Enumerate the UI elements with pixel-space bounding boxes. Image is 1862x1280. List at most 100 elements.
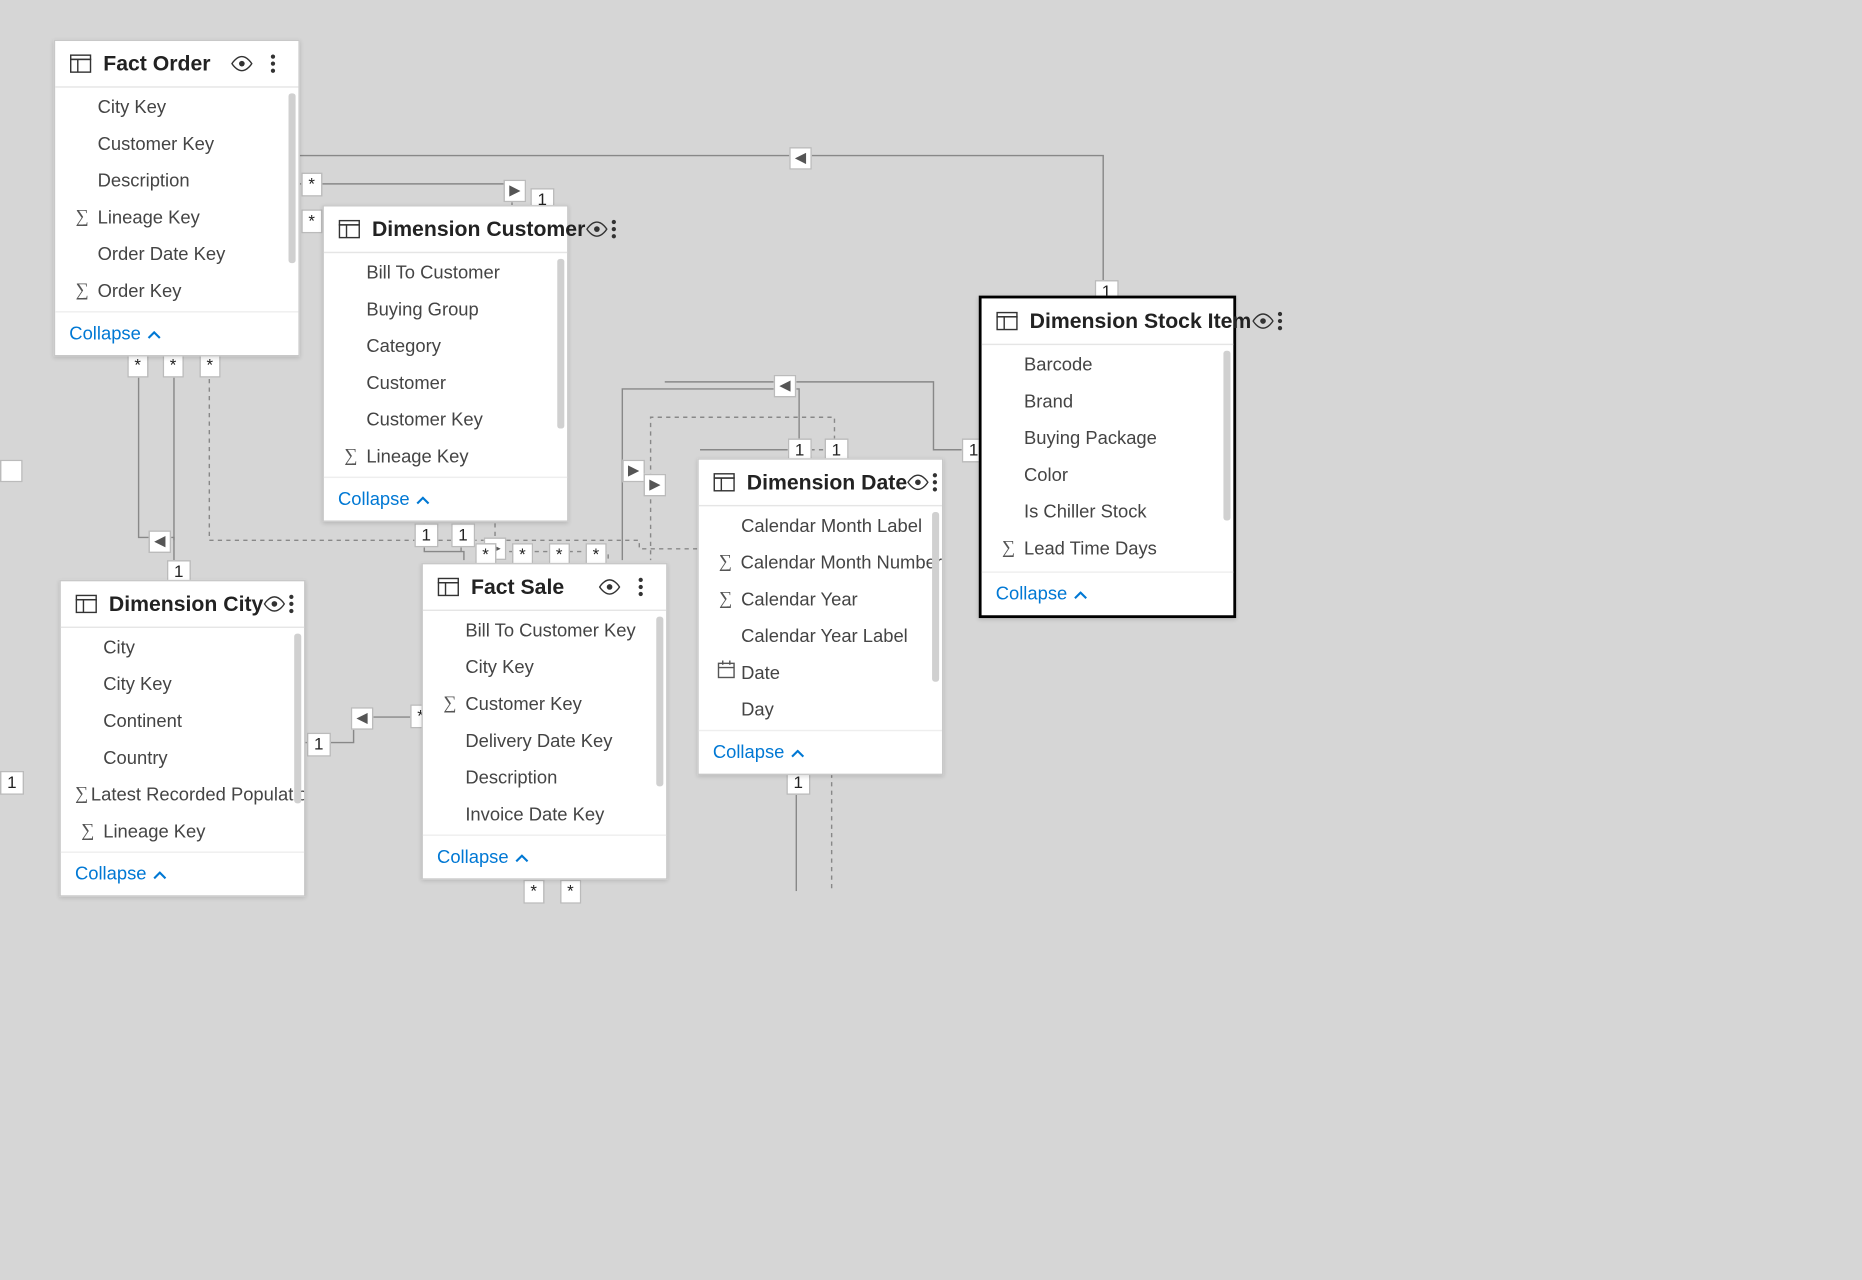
field-row[interactable]: Order Date Key [55, 235, 298, 272]
field-icon-slot: ∑ [437, 692, 462, 715]
card-footer: Collapse [423, 834, 666, 878]
table-fact-order[interactable]: Fact Order City KeyCustomer KeyDescripti… [54, 40, 300, 357]
field-row[interactable]: ∑Lead Time Days [982, 529, 1234, 566]
card-header[interactable]: Dimension Date [699, 460, 942, 507]
field-row[interactable]: ∑Calendar Month Number [699, 543, 942, 580]
visibility-icon[interactable] [595, 573, 623, 601]
card-header[interactable]: Dimension City [61, 581, 304, 628]
scrollbar[interactable] [557, 259, 564, 429]
collapse-button[interactable]: Collapse [69, 322, 160, 343]
field-row[interactable]: ∑Lineage Key [61, 812, 304, 849]
field-label: Customer Key [366, 408, 483, 429]
field-row[interactable]: Calendar Year Label [699, 617, 942, 654]
field-row[interactable]: Date [699, 653, 942, 690]
field-row[interactable]: Calendar Month Label [699, 506, 942, 543]
field-row[interactable]: Color [982, 455, 1234, 492]
more-options-icon[interactable] [1277, 307, 1283, 335]
field-label: Brand [1024, 390, 1073, 411]
field-row[interactable]: Customer Key [55, 124, 298, 161]
visibility-icon[interactable] [585, 215, 608, 243]
sigma-icon: ∑ [75, 782, 88, 805]
visibility-icon[interactable] [228, 50, 256, 78]
collapse-label: Collapse [713, 741, 785, 762]
field-row[interactable]: Is Chiller Stock [982, 492, 1234, 529]
field-row[interactable]: ∑Lineage Key [324, 437, 567, 474]
field-row[interactable]: City Key [61, 665, 304, 702]
field-row[interactable]: Category [324, 327, 567, 364]
field-label: Bill To Customer [366, 261, 500, 282]
field-row[interactable]: Customer [324, 363, 567, 400]
field-row[interactable]: ∑Calendar Year [699, 580, 942, 617]
field-row[interactable]: ∑Lineage Key [982, 566, 1234, 572]
field-row[interactable]: ∑Latest Recorded Population [61, 775, 304, 812]
field-row[interactable]: ∑Order Key [55, 272, 298, 309]
sigma-icon: ∑ [719, 587, 732, 610]
field-row[interactable]: Brand [982, 382, 1234, 419]
field-row[interactable]: ∑Lineage Key [55, 198, 298, 235]
more-options-icon[interactable] [289, 590, 295, 618]
table-dimension-city[interactable]: Dimension City CityCity Key Continent Coun… [59, 580, 305, 897]
collapse-button[interactable]: Collapse [713, 741, 804, 762]
field-row[interactable]: Continent [61, 702, 304, 739]
field-row[interactable]: Location [61, 849, 304, 852]
model-canvas[interactable]: * * 1 1 * * * 1 1 1 * * * * * 1 1 1 1 1 … [0, 0, 1853, 1280]
field-row[interactable]: ∑Lineage Key [423, 832, 666, 835]
collapse-button[interactable]: Collapse [437, 846, 528, 867]
scrollbar[interactable] [656, 617, 663, 787]
field-row[interactable]: City Key [423, 648, 666, 685]
cardinality-star: * [523, 880, 544, 904]
collapse-button[interactable]: Collapse [996, 583, 1087, 604]
field-icon-slot: ∑ [75, 819, 100, 842]
scrollbar[interactable] [1223, 351, 1230, 521]
scrollbar[interactable] [289, 93, 296, 263]
card-header[interactable]: Fact Order [55, 41, 298, 88]
table-fact-sale[interactable]: Fact Sale Bill To Customer KeyCity Key∑C… [421, 563, 667, 880]
collapse-button[interactable]: Collapse [338, 488, 429, 509]
field-row[interactable]: Bill To Customer Key [423, 611, 666, 648]
card-header[interactable]: Dimension Customer [324, 206, 567, 253]
field-row[interactable]: Postal Code [324, 474, 567, 477]
field-row[interactable]: Invoice Date Key [423, 795, 666, 832]
field-row[interactable]: Buying Group [324, 290, 567, 327]
chevron-up-icon [790, 741, 804, 762]
scrollbar[interactable] [294, 634, 301, 804]
field-label: Continent [103, 709, 182, 730]
card-body: Barcode Brand Buying PackageColorIs Chille… [982, 345, 1234, 571]
field-row[interactable]: ∑Day Number [699, 727, 942, 730]
field-row[interactable]: Description [423, 758, 666, 795]
table-dimension-stock-item[interactable]: Dimension Stock Item Barcode Brand Buying … [979, 296, 1236, 618]
table-icon [996, 310, 1019, 333]
table-dimension-customer[interactable]: Dimension Customer Bill To Customer Buyin… [322, 205, 568, 522]
field-row[interactable]: Day [699, 690, 942, 727]
field-row[interactable]: City Key [55, 88, 298, 125]
field-row[interactable]: Description [55, 161, 298, 198]
field-row[interactable]: City [61, 628, 304, 665]
field-row[interactable]: Customer Key [324, 400, 567, 437]
visibility-icon[interactable] [1251, 307, 1274, 335]
more-options-icon[interactable] [627, 573, 655, 601]
more-options-icon[interactable] [259, 50, 287, 78]
field-row[interactable]: ∑Customer Key [423, 685, 666, 722]
more-options-icon[interactable] [933, 468, 939, 496]
field-row[interactable]: Bill To Customer [324, 253, 567, 290]
field-row[interactable]: Package [55, 308, 298, 311]
card-footer: Collapse [61, 851, 304, 895]
table-title: Dimension Stock Item [1030, 309, 1252, 333]
card-header[interactable]: Dimension Stock Item [982, 298, 1234, 345]
collapse-button[interactable]: Collapse [75, 863, 166, 884]
field-row[interactable]: Buying Package [982, 419, 1234, 456]
table-icon [338, 218, 361, 241]
more-options-icon[interactable] [611, 215, 617, 243]
cardinality-one: 1 [414, 523, 438, 547]
field-label: Calendar Month Label [741, 514, 922, 535]
visibility-icon[interactable] [263, 590, 286, 618]
field-row[interactable]: Country [61, 738, 304, 775]
field-label: Date [741, 661, 780, 682]
field-row[interactable]: Barcode [982, 345, 1234, 382]
card-header[interactable]: Fact Sale [423, 564, 666, 611]
scrollbar[interactable] [932, 512, 939, 682]
visibility-icon[interactable] [907, 468, 930, 496]
table-dimension-date[interactable]: Dimension Date Calendar Month Label∑Cale… [697, 458, 943, 775]
field-row[interactable]: Delivery Date Key [423, 721, 666, 758]
table-icon [75, 593, 98, 616]
